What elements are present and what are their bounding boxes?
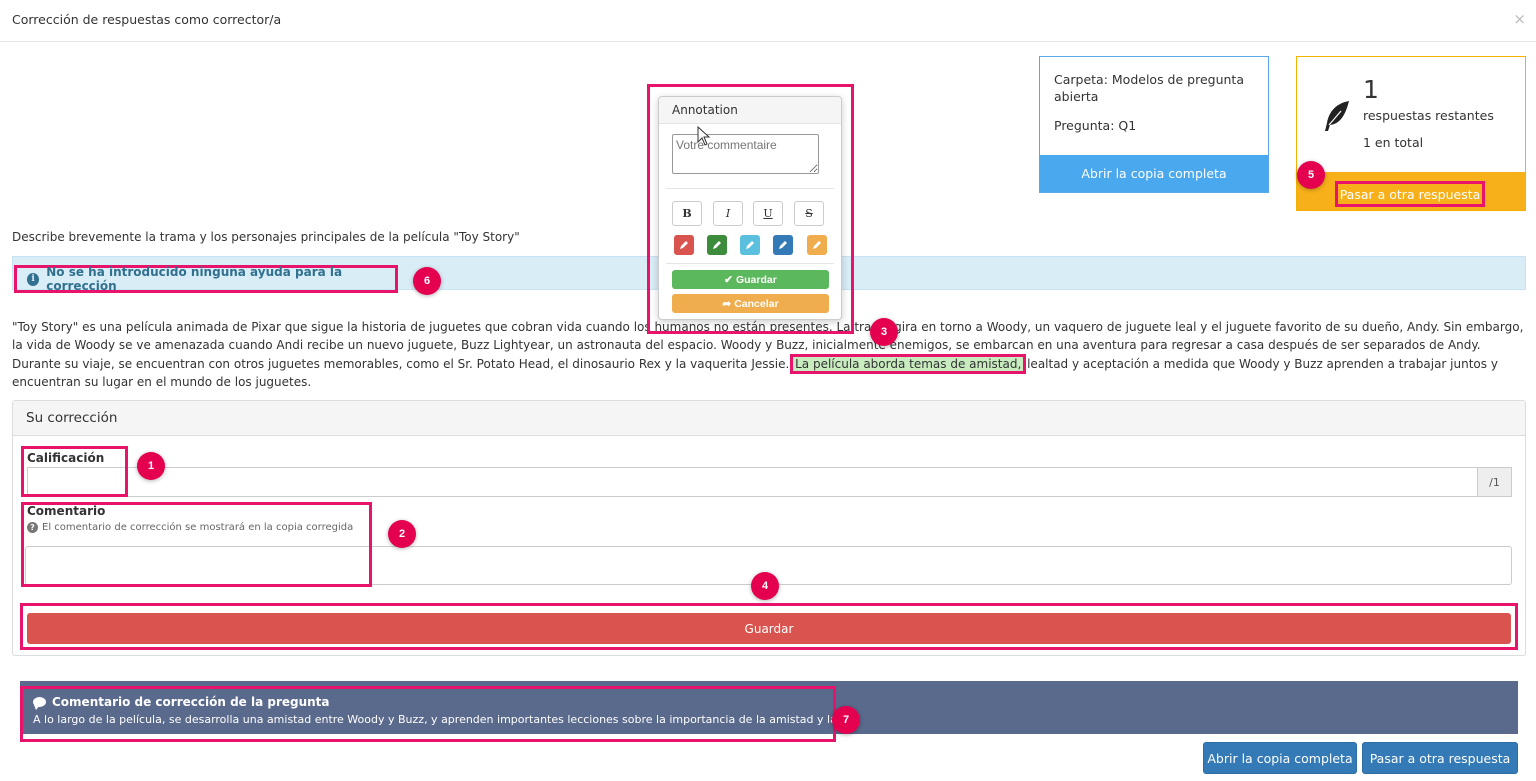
question-comment-title: Comentario de corrección de la pregunta (33, 695, 330, 710)
marker-1: 1 (137, 452, 165, 480)
marker-6: 6 (413, 267, 441, 295)
underline-button[interactable]: U (753, 201, 783, 226)
question-mark-icon: ? (27, 522, 38, 533)
marker-4: 4 (751, 572, 779, 600)
comment-hint: ? El comentario de corrección se mostrar… (27, 522, 353, 533)
remaining-label: respuestas restantes (1363, 108, 1494, 123)
pen-orange-icon[interactable] (807, 235, 827, 255)
folder-label: Carpeta: Modelos de pregunta abierta (1054, 72, 1244, 104)
marker-2: 2 (388, 520, 416, 548)
question-comment-text: A lo largo de la película, se desarrolla… (33, 713, 848, 726)
correction-panel-title: Su corrección (13, 401, 1525, 436)
remaining-answers-card: 1 respuestas restantes 1 en total Pasar … (1296, 56, 1526, 211)
annotation-popup: Annotation B I U S ✔ Guardar ➦ Cancelar (658, 96, 842, 320)
grade-input[interactable] (27, 467, 1479, 497)
save-correction-button[interactable]: Guardar (27, 613, 1511, 644)
annotation-divider (666, 188, 834, 189)
share-icon: ➦ (722, 297, 732, 310)
annotation-save-label: Guardar (735, 273, 777, 286)
alert-text: No se ha introducido ninguna ayuda para … (46, 265, 343, 293)
alert-message: i No se ha introducido ninguna ayuda par… (14, 265, 398, 293)
question-text: Describe brevemente la trama y los perso… (12, 230, 520, 244)
question-info-card: Carpeta: Modelos de pregunta abierta Pre… (1039, 56, 1269, 193)
question-comment-title-text: Comentario de corrección de la pregunta (52, 695, 330, 709)
bold-button[interactable]: B (672, 201, 702, 226)
remaining-total: 1 en total (1363, 135, 1424, 150)
strikethrough-button[interactable]: S (794, 201, 824, 226)
bottom-next-answer-button[interactable]: Pasar a otra respuesta (1362, 742, 1518, 774)
next-answer-button[interactable]: Pasar a otra respuesta (1335, 181, 1485, 207)
italic-button[interactable]: I (713, 201, 743, 226)
info-icon: i (27, 272, 40, 286)
bottom-open-copy-button[interactable]: Abrir la copia completa (1203, 742, 1357, 774)
annotation-comment-input[interactable] (672, 134, 819, 174)
marker-5: 5 (1297, 161, 1325, 189)
feather-icon (1325, 101, 1349, 131)
annotation-divider (666, 263, 834, 264)
annotation-title: Annotation (659, 97, 841, 124)
grade-max: /1 (1477, 467, 1512, 497)
question-label: Pregunta: Q1 (1054, 118, 1137, 133)
mouse-cursor-icon (697, 126, 711, 146)
comment-label: Comentario (27, 504, 106, 518)
pen-green-icon[interactable] (707, 235, 727, 255)
marker-3: 3 (870, 318, 898, 346)
annotation-cancel-label: Cancelar (734, 297, 779, 310)
remaining-count: 1 (1363, 75, 1379, 104)
open-copy-button[interactable]: Abrir la copia completa (1040, 155, 1268, 192)
annotated-text[interactable]: La película aborda temas de amistad, (790, 353, 1027, 374)
annotation-cancel-button[interactable]: ➦ Cancelar (672, 294, 829, 313)
pen-red-icon[interactable] (674, 235, 694, 255)
comment-icon (33, 697, 46, 710)
close-icon[interactable]: × (1513, 10, 1526, 28)
modal-title: Corrección de respuestas como corrector/… (12, 12, 282, 27)
comment-hint-text: El comentario de corrección se mostrará … (42, 522, 354, 533)
marker-7: 7 (832, 706, 860, 734)
pen-blue-icon[interactable] (773, 235, 793, 255)
question-correction-comment: Comentario de corrección de la pregunta … (20, 681, 1518, 734)
pen-cyan-icon[interactable] (740, 235, 760, 255)
grade-label: Calificación (27, 451, 105, 465)
annotation-save-button[interactable]: ✔ Guardar (672, 270, 829, 289)
check-icon: ✔ (724, 273, 733, 286)
student-answer: "Toy Story" es una película animada de P… (12, 318, 1526, 392)
